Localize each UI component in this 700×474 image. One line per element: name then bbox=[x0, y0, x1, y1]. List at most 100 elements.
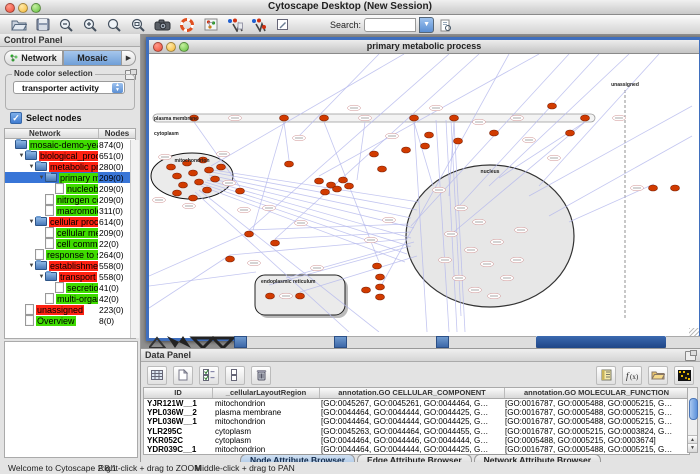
tree-item[interactable]: multi-organism pro42(0) bbox=[5, 293, 135, 304]
select-nodes-checkbox[interactable]: ✓ bbox=[10, 112, 22, 124]
tab-network[interactable]: Network bbox=[4, 50, 63, 66]
expander-icon[interactable]: ▼ bbox=[28, 164, 35, 170]
table-cell: YJR121W__1 bbox=[144, 399, 212, 408]
zoom-selected-region-icon[interactable] bbox=[106, 17, 123, 32]
network-node bbox=[217, 164, 226, 170]
table-cell: [GO:0044464, GO:0044444, GO:0044425, G… bbox=[318, 417, 502, 426]
new-attribute-icon[interactable] bbox=[173, 366, 193, 385]
expander-icon[interactable]: ▼ bbox=[38, 175, 45, 181]
attribute-editor-icon[interactable] bbox=[596, 366, 616, 385]
zoom-fit-icon[interactable] bbox=[130, 17, 147, 32]
search-dropdown-button[interactable]: ▼ bbox=[419, 17, 434, 33]
network-node bbox=[370, 151, 379, 157]
tree-item[interactable]: cell communication22(0) bbox=[5, 238, 135, 249]
tree-item[interactable]: unassigned223(0) bbox=[5, 304, 135, 315]
network-node bbox=[167, 164, 176, 170]
column-header[interactable]: annotation.GO CELLULAR_COMPONENT bbox=[320, 388, 505, 398]
search-input[interactable] bbox=[364, 18, 416, 32]
delete-attribute-icon[interactable] bbox=[251, 366, 271, 385]
tree-item[interactable]: ▼biological_process651(0) bbox=[5, 150, 135, 161]
tree-item[interactable]: mosaic-demo-yeast874(0) bbox=[5, 139, 135, 150]
manage-network-icon[interactable] bbox=[202, 17, 219, 32]
network-node bbox=[376, 284, 385, 290]
help-icon[interactable] bbox=[178, 17, 195, 32]
svg-text:(x): (x) bbox=[630, 373, 639, 381]
attribute-table[interactable]: ID_cellularLayoutRegionannotation.GO CEL… bbox=[143, 387, 690, 455]
expander-icon[interactable]: ▼ bbox=[28, 263, 35, 269]
tab-scroll-right-icon[interactable]: ▶ bbox=[122, 50, 136, 66]
table-cell: [GO:0044464, GO:0044444, GO:0044425, G… bbox=[318, 445, 502, 454]
table-row[interactable]: YPL036W__2plasma membrane[GO:0044464, GO… bbox=[144, 408, 689, 417]
network-node bbox=[548, 103, 557, 109]
tree-item[interactable]: ▼cellular process614(0) bbox=[5, 216, 135, 227]
snapshot-icon[interactable] bbox=[154, 17, 171, 32]
table-row[interactable]: YDR039C__1mitochondrion[GO:0044464, GO:0… bbox=[144, 445, 689, 454]
tree-item-label: macromolecule me bbox=[56, 206, 98, 216]
network-file-icon bbox=[55, 183, 64, 194]
zoom-in-icon[interactable] bbox=[82, 17, 99, 32]
expander-icon[interactable]: ▼ bbox=[18, 153, 25, 159]
tree-item[interactable]: ▼metabolic process280(0) bbox=[5, 161, 135, 172]
tree-item[interactable]: response to stimulus264(0) bbox=[5, 249, 135, 260]
network-tree-header: Network Nodes bbox=[4, 128, 136, 139]
dropdown-stepper-icon: ▲▼ bbox=[112, 83, 123, 93]
network-canvas[interactable]: plasma membranecytoplasmmitochondrionnuc… bbox=[149, 54, 693, 332]
attribute-table-columns[interactable]: ID_cellularLayoutRegionannotation.GO CEL… bbox=[144, 388, 689, 399]
network-file-icon bbox=[45, 205, 54, 216]
network-view-window[interactable]: primary metabolic process plasma membran… bbox=[146, 37, 700, 341]
tree-item[interactable]: cellular metabolic209(0) bbox=[5, 227, 135, 238]
background-window-fragment bbox=[149, 336, 237, 348]
tree-scrollbar[interactable] bbox=[130, 140, 139, 338]
network-window-titlebar[interactable]: primary metabolic process bbox=[149, 40, 699, 54]
network-node bbox=[195, 179, 204, 185]
select-attributes-icon[interactable] bbox=[199, 366, 219, 385]
network-tree: mosaic-demo-yeast874(0)▼biological_proce… bbox=[4, 139, 136, 339]
expander-icon[interactable]: ▼ bbox=[28, 219, 35, 225]
function-builder-icon[interactable]: f(x) bbox=[622, 366, 642, 385]
expander-icon[interactable]: ▼ bbox=[38, 274, 45, 280]
search-options-icon[interactable] bbox=[437, 18, 454, 33]
background-window-fragment bbox=[436, 336, 449, 348]
tree-item[interactable]: ▼primary metabolic proc209(0) bbox=[5, 172, 135, 183]
folder-icon bbox=[25, 151, 37, 160]
network-node bbox=[450, 115, 459, 121]
network-node bbox=[296, 293, 305, 299]
table-row[interactable]: YLR295Ccytoplasm[GO:0045263, GO:0044464,… bbox=[144, 427, 689, 436]
tree-item[interactable]: secretion41(0) bbox=[5, 282, 135, 293]
table-row[interactable]: YJR121W__1mitochondrion[GO:0045267, GO:0… bbox=[144, 399, 689, 408]
birds-eye-view[interactable] bbox=[4, 341, 138, 458]
tree-item[interactable]: ▼establishment of lo558(0) bbox=[5, 260, 135, 271]
zoom-out-icon[interactable] bbox=[58, 17, 75, 32]
matrix-icon[interactable] bbox=[674, 366, 694, 385]
table-row[interactable]: YKR052Ccytoplasm[GO:0044464, GO:0044446,… bbox=[144, 436, 689, 445]
table-row[interactable]: YPL036W__1mitochondrion[GO:0044464, GO:0… bbox=[144, 417, 689, 426]
table-scrollbar[interactable]: ▲ ▼ bbox=[687, 387, 698, 453]
network-edge bbox=[149, 232, 249, 276]
scroll-down-icon[interactable]: ▼ bbox=[688, 443, 697, 452]
attribute-grid-icon[interactable] bbox=[147, 366, 167, 385]
column-header[interactable]: ID bbox=[144, 388, 213, 398]
save-icon[interactable] bbox=[34, 17, 51, 32]
tree-item[interactable]: ▼transport558(0) bbox=[5, 271, 135, 282]
select-nodes-label: Select nodes bbox=[26, 113, 82, 123]
import-attributes-icon[interactable] bbox=[648, 366, 668, 385]
tree-item-label: primary metabolic proc bbox=[59, 173, 98, 183]
tab-mosaic[interactable]: Mosaic bbox=[63, 50, 122, 66]
tree-item[interactable]: nitrogen compound209(0) bbox=[5, 194, 135, 205]
network-edge bbox=[149, 255, 230, 308]
annotation-icon[interactable] bbox=[274, 17, 291, 32]
tree-item[interactable]: nucleobase-contain209(0) bbox=[5, 183, 135, 194]
scrollbar-thumb[interactable] bbox=[689, 398, 698, 420]
unselect-attributes-icon[interactable] bbox=[225, 366, 245, 385]
tree-item[interactable]: Overview8(0) bbox=[5, 315, 135, 326]
destroy-network-icon[interactable] bbox=[250, 17, 267, 32]
network-edge bbox=[253, 122, 284, 230]
data-panel-float-icon[interactable] bbox=[685, 351, 696, 361]
column-header[interactable]: _cellularLayoutRegion bbox=[213, 388, 320, 398]
node-color-dropdown[interactable]: transporter activity ▲▼ bbox=[13, 81, 125, 94]
apply-layout-icon[interactable] bbox=[226, 17, 243, 32]
column-header[interactable]: annotation.GO MOLECULAR_FUNCTION bbox=[505, 388, 689, 398]
tree-item-label: transport bbox=[59, 272, 97, 282]
tree-item[interactable]: macromolecule me311(0) bbox=[5, 205, 135, 216]
open-file-icon[interactable] bbox=[10, 17, 27, 32]
